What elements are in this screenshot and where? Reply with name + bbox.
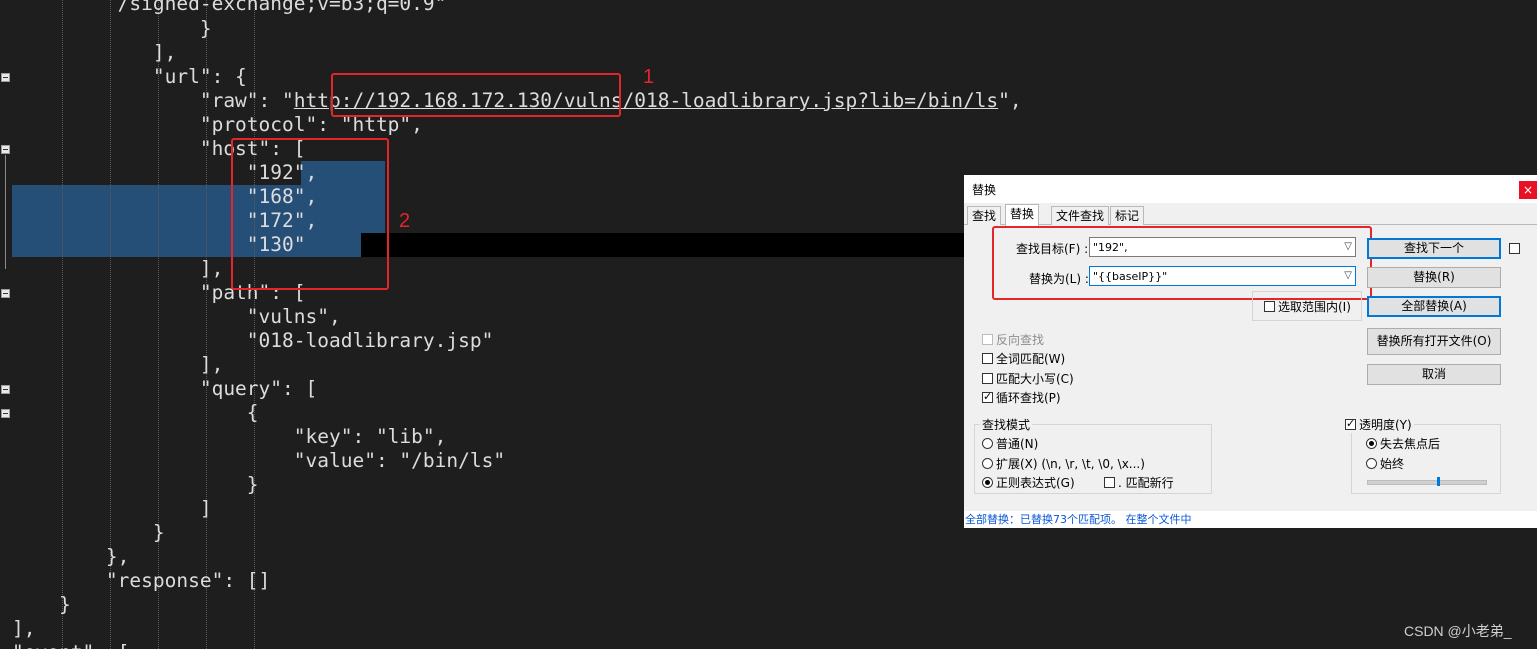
code-line: "018-loadlibrary.jsp" — [12, 329, 494, 352]
mode-regex-radio[interactable]: 正则表达式(G) — [982, 475, 1075, 491]
code-line: "value": "/bin/ls" — [12, 449, 506, 472]
always-radio[interactable]: 始终 — [1366, 456, 1404, 472]
transparency-slider[interactable] — [1367, 480, 1487, 485]
checkbox-icon[interactable] — [1345, 416, 1356, 432]
radio-icon[interactable] — [1366, 458, 1377, 469]
transparency-label: 透明度(Y) — [1359, 418, 1412, 432]
radio-icon[interactable] — [982, 458, 993, 469]
checkbox-icon[interactable] — [982, 334, 993, 345]
code-line: { — [12, 401, 259, 424]
whole-word-checkbox[interactable]: 全词匹配(W) — [982, 351, 1065, 367]
checkbox-icon[interactable] — [1104, 477, 1115, 488]
annotation-box-2 — [231, 138, 389, 290]
checkbox-icon[interactable] — [982, 373, 993, 384]
radio-icon[interactable] — [1366, 438, 1377, 449]
radio-icon[interactable] — [982, 477, 993, 488]
fold-toggle-icon[interactable] — [1, 385, 10, 394]
checkbox-icon[interactable] — [1509, 243, 1520, 254]
code-line: } — [12, 17, 212, 40]
code-line: /signed-exchange;v=b3;q=0.9" — [12, 0, 447, 15]
in-selection-checkbox[interactable]: 选取范围内(I) — [1264, 299, 1351, 315]
code-line: ] — [12, 497, 212, 520]
replace-dialog: 替换 × 查找 替换 文件查找 标记 查找目标(F) : ▽ 替换为(L) : … — [964, 175, 1537, 528]
tab-mark[interactable]: 标记 — [1110, 206, 1145, 225]
code-line: } — [12, 473, 259, 496]
dot-newline-label: . 匹配新行 — [1118, 476, 1174, 490]
match-case-checkbox[interactable]: 匹配大小写(C) — [982, 371, 1074, 387]
current-line-highlight — [361, 233, 964, 257]
whole-word-label: 全词匹配(W) — [996, 352, 1066, 366]
backward-label: 反向查找 — [996, 333, 1045, 347]
tab-find-in-files[interactable]: 文件查找 — [1051, 206, 1110, 225]
replace-button[interactable]: 替换(R) — [1367, 267, 1501, 288]
code-line: "event": [ — [12, 641, 129, 649]
fold-toggle-icon[interactable] — [1, 289, 10, 298]
on-lose-focus-radio[interactable]: 失去焦点后 — [1366, 436, 1440, 452]
dialog-titlebar[interactable]: 替换 × — [964, 175, 1537, 203]
watermark: CSDN @小老弟_ — [1404, 623, 1512, 639]
on-lose-focus-label: 失去焦点后 — [1380, 437, 1441, 451]
match-case-label: 匹配大小写(C) — [996, 372, 1074, 386]
code-line: "response": [] — [12, 569, 271, 592]
code-line: "url": { — [12, 65, 247, 88]
replace-all-open-button[interactable]: 替换所有打开文件(O) — [1367, 328, 1501, 355]
mode-normal-radio[interactable]: 普通(N) — [982, 436, 1038, 452]
close-icon[interactable]: × — [1519, 181, 1537, 199]
transparency-checkbox[interactable]: 透明度(Y) — [1345, 416, 1414, 433]
find-next-option-checkbox[interactable] — [1509, 241, 1523, 257]
code-line: } — [12, 521, 165, 544]
wrap-around-label: 循环查找(P) — [996, 391, 1061, 405]
in-selection-label: 选取范围内(I) — [1278, 300, 1351, 314]
annotation-label-2: 2 — [399, 210, 411, 232]
always-label: 始终 — [1380, 457, 1405, 471]
fold-toggle-icon[interactable] — [1, 409, 10, 418]
find-next-button[interactable]: 查找下一个 — [1367, 238, 1501, 259]
fold-toggle-icon[interactable] — [1, 73, 10, 82]
annotation-box-3 — [992, 226, 1372, 300]
annotation-label-1: 1 — [643, 66, 655, 88]
code-line: } — [12, 593, 71, 616]
fold-gutter — [0, 0, 12, 649]
slider-thumb[interactable] — [1437, 477, 1440, 486]
fold-line — [5, 155, 6, 269]
fold-toggle-icon[interactable] — [1, 145, 10, 154]
code-line: "query": [ — [12, 377, 318, 400]
mode-regex-label: 正则表达式(G) — [996, 476, 1075, 490]
code-line: ], — [12, 41, 177, 64]
code-line: "key": "lib", — [12, 425, 447, 448]
backward-checkbox[interactable]: 反向查找 — [982, 332, 1044, 348]
replace-all-button[interactable]: 全部替换(A) — [1367, 296, 1501, 317]
code-line: "vulns", — [12, 305, 341, 328]
tab-replace[interactable]: 替换 — [1005, 204, 1040, 226]
radio-icon[interactable] — [982, 438, 993, 449]
status-bar: 全部替换：已替换73个匹配项。 在整个文件中 — [964, 511, 1537, 528]
search-mode-title: 查找模式 — [980, 416, 1033, 433]
mode-extended-radio[interactable]: 扩展(X) (\n, \r, \t, \0, \x...) — [982, 456, 1145, 472]
raw-tail: ", — [998, 89, 1022, 112]
raw-key: "raw": " — [12, 89, 294, 112]
code-line: ], — [12, 353, 224, 376]
mode-normal-label: 普通(N) — [996, 437, 1039, 451]
checkbox-icon[interactable] — [1264, 301, 1275, 312]
code-line: ], — [12, 617, 36, 640]
mode-extended-label: 扩展(X) (\n, \r, \t, \0, \x...) — [996, 457, 1145, 471]
tab-find[interactable]: 查找 — [967, 206, 1002, 225]
status-text: 全部替换：已替换73个匹配项。 在整个文件中 — [965, 513, 1192, 526]
cancel-button[interactable]: 取消 — [1367, 364, 1501, 385]
checkbox-icon[interactable] — [982, 353, 993, 364]
dot-newline-checkbox[interactable]: . 匹配新行 — [1104, 475, 1174, 491]
dialog-title: 替换 — [972, 183, 997, 197]
wrap-around-checkbox[interactable]: 循环查找(P) — [982, 389, 1061, 406]
checkbox-icon[interactable] — [982, 389, 993, 405]
code-line: }, — [12, 545, 130, 568]
annotation-box-1 — [331, 73, 621, 117]
code-line: ], — [12, 257, 224, 280]
